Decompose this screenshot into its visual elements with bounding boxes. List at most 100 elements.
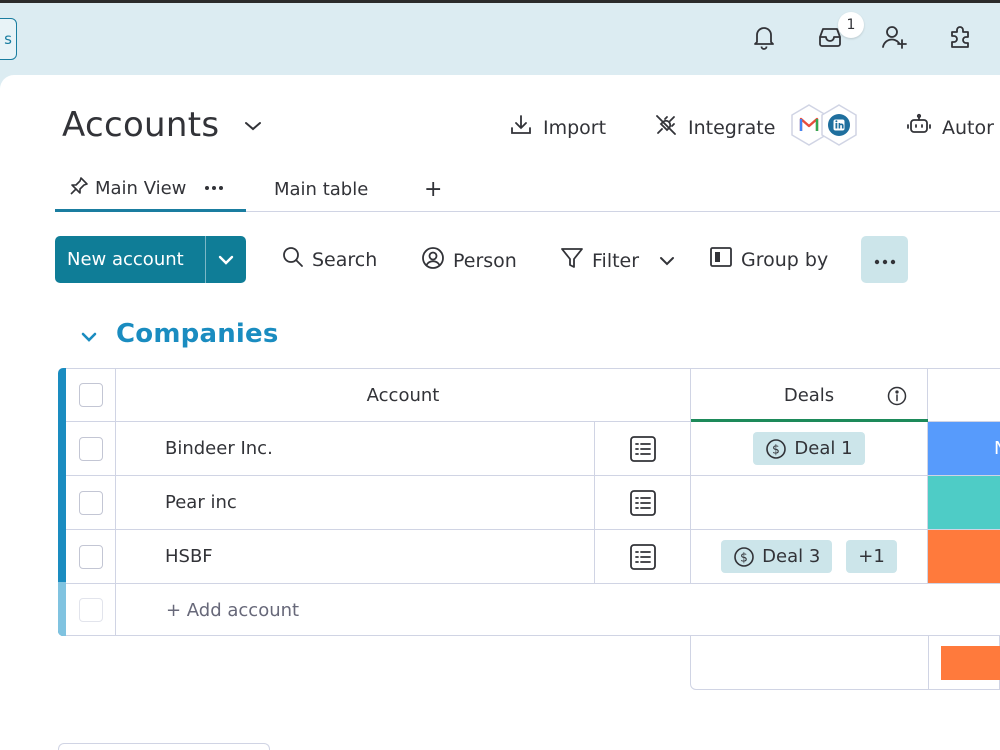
column-label: Deals [783, 384, 835, 406]
add-view-button[interactable]: + [424, 167, 442, 212]
more-dots-icon [874, 250, 896, 269]
add-row-checkbox [79, 598, 103, 622]
filter-icon [560, 246, 584, 275]
tab-main-table[interactable]: Main table [274, 167, 368, 212]
download-icon [509, 113, 533, 142]
table-row[interactable]: HSBF $ Deal 3 +1 [66, 530, 1000, 584]
select-all-checkbox[interactable] [79, 383, 103, 407]
account-cell[interactable]: Bindeer Inc. [116, 422, 595, 475]
new-account-button[interactable]: New account [55, 236, 246, 283]
view-tabs: Main View Main table + [55, 167, 1000, 212]
deals-cell[interactable]: $ Deal 3 +1 [691, 530, 928, 583]
new-account-dropdown[interactable] [206, 236, 246, 283]
status-cell[interactable]: N [928, 422, 1000, 475]
more-deals-chip[interactable]: +1 [846, 540, 897, 573]
table-row[interactable]: Pear inc [66, 476, 1000, 530]
import-label: Import [543, 116, 607, 139]
deal-chip[interactable]: $ Deal 3 [721, 540, 833, 573]
chevron-down-icon [218, 250, 234, 269]
add-account-input[interactable]: + Add account [116, 584, 1000, 636]
account-name: Pear inc [165, 492, 237, 513]
plug-icon [654, 113, 678, 142]
row-select-cell [66, 422, 116, 475]
board-panel: Accounts Import Integrate Autor Main Vie… [0, 75, 1000, 750]
group-by-label: Group by [741, 248, 829, 271]
person-filter-button[interactable]: Person [421, 246, 517, 275]
column-header-account[interactable]: Account [116, 369, 691, 421]
filter-label: Filter [592, 249, 640, 272]
board-title[interactable]: Accounts [62, 105, 219, 145]
status-cell[interactable] [928, 476, 1000, 529]
accounts-table: Account Deals Bindeer Inc. $ Deal 1 N Pea… [58, 368, 1000, 636]
table-row[interactable]: Bindeer Inc. $ Deal 1 N [66, 422, 1000, 476]
tab-label: Main View [95, 177, 187, 199]
dollar-icon: $ [733, 546, 755, 568]
account-cell[interactable]: Pear inc [116, 476, 595, 529]
bell-icon[interactable] [750, 23, 778, 51]
add-view-label: + [424, 177, 443, 202]
automate-label: Autor [942, 116, 994, 139]
svg-text:$: $ [773, 442, 781, 456]
account-name: Bindeer Inc. [165, 438, 273, 459]
table-grid: Account Deals Bindeer Inc. $ Deal 1 N Pea… [66, 368, 1000, 636]
account-cell[interactable]: HSBF [116, 530, 595, 583]
new-account-label: New account [67, 249, 184, 270]
item-updates-icon[interactable] [595, 476, 691, 529]
column-header-deals[interactable]: Deals [691, 369, 928, 421]
invite-user-icon[interactable] [881, 23, 909, 51]
deal-chip[interactable]: $ Deal 1 [753, 432, 865, 465]
linkedin-icon[interactable] [818, 102, 860, 148]
summary-divider [928, 636, 929, 689]
row-select-cell [66, 476, 116, 529]
item-updates-icon[interactable] [595, 530, 691, 583]
group-color-bar-add [58, 582, 66, 636]
column-label: Account [366, 384, 440, 406]
add-group-button[interactable] [58, 743, 270, 750]
select-all-cell [66, 369, 116, 421]
deal-label: Deal 1 [794, 438, 853, 459]
table-header-row: Account Deals [66, 369, 1000, 422]
chevron-down-icon[interactable] [244, 117, 262, 136]
chevron-down-icon[interactable] [659, 256, 675, 266]
filter-button[interactable]: Filter [560, 246, 675, 275]
item-updates-icon[interactable] [595, 422, 691, 475]
group-by-button[interactable]: Group by [709, 246, 828, 273]
search-icon [282, 246, 304, 273]
info-icon[interactable] [887, 386, 907, 406]
tab-main-view[interactable]: Main View [55, 167, 246, 212]
summary-row [690, 636, 1000, 690]
import-button[interactable]: Import [509, 113, 606, 142]
add-account-label: + Add account [166, 599, 300, 621]
dollar-icon: $ [765, 438, 787, 460]
deals-cell[interactable] [691, 476, 928, 529]
tab-label: Main table [274, 179, 369, 200]
person-label: Person [453, 249, 517, 272]
search-label: Search [312, 248, 378, 271]
automate-button[interactable]: Autor [906, 113, 994, 142]
side-panel-button[interactable]: s [0, 18, 17, 60]
robot-icon [906, 113, 932, 142]
svg-text:$: $ [740, 550, 748, 564]
more-options-button[interactable] [861, 236, 908, 283]
group-by-icon [709, 246, 733, 273]
group-title[interactable]: Companies [116, 319, 279, 349]
person-icon [421, 246, 445, 275]
inbox-count-badge: 1 [838, 12, 864, 38]
tab-options-icon[interactable] [204, 185, 224, 191]
row-checkbox[interactable] [79, 436, 103, 461]
deals-cell[interactable]: $ Deal 1 [691, 422, 928, 475]
deal-label: Deal 3 [762, 546, 821, 567]
top-bar: s 1 [0, 3, 1000, 75]
collapse-group-icon[interactable] [80, 328, 98, 347]
add-row-select-cell [66, 584, 116, 636]
add-row[interactable]: + Add account [66, 584, 1000, 636]
integrations-puzzle-icon[interactable] [946, 23, 974, 51]
pin-icon [69, 176, 89, 201]
status-summary-bar [941, 646, 1000, 680]
row-select-cell [66, 530, 116, 583]
search-button[interactable]: Search [282, 246, 377, 273]
integrate-button[interactable]: Integrate [654, 113, 775, 142]
row-checkbox[interactable] [79, 490, 103, 515]
status-cell[interactable] [928, 530, 1000, 583]
row-checkbox[interactable] [79, 544, 103, 569]
